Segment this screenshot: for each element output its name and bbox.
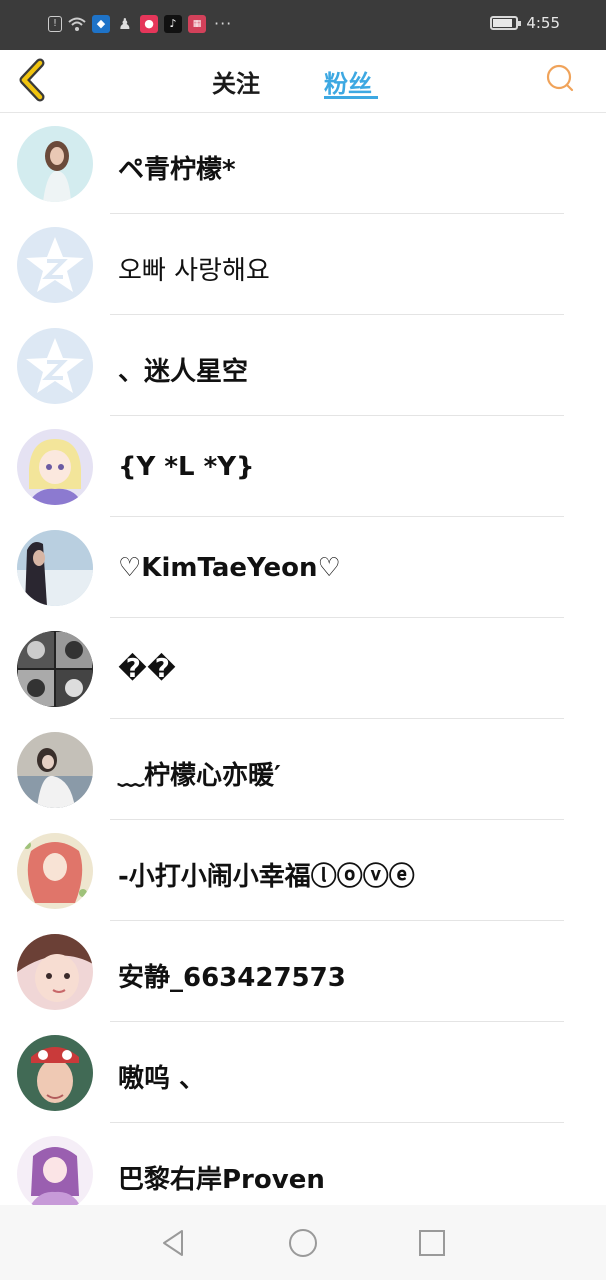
fan-name: ペ青柠檬* bbox=[118, 155, 236, 185]
fan-row[interactable]: 安静_663427573 bbox=[0, 921, 606, 1022]
avatar[interactable] bbox=[17, 227, 93, 303]
camera-app-icon: ● bbox=[140, 14, 158, 33]
avatar[interactable] bbox=[17, 530, 93, 606]
fan-row[interactable]: �� bbox=[0, 618, 606, 719]
status-bar: ! ◆ ♟ ● ♪ ▦ ··· 4:55 bbox=[0, 0, 606, 50]
fan-row[interactable]: 嗷呜 、 bbox=[0, 1022, 606, 1123]
nav-back-icon bbox=[163, 1230, 183, 1256]
clock: 4:55 bbox=[526, 14, 560, 32]
avatar[interactable] bbox=[17, 429, 93, 505]
more-notifications-icon: ··· bbox=[214, 14, 233, 33]
fan-name: -小打小闹小幸福ⓛⓞⓥⓔ bbox=[118, 862, 415, 892]
fan-name: 安静_663427573 bbox=[118, 963, 346, 993]
fan-name: 오빠 사랑해요 bbox=[118, 256, 270, 286]
alert-icon: ! bbox=[48, 15, 62, 32]
tab-fans[interactable]: 粉丝 bbox=[324, 64, 372, 99]
fan-row[interactable]: ペ青柠檬* bbox=[0, 113, 606, 214]
fan-name: 巴黎右岸Proven bbox=[118, 1165, 325, 1195]
back-chevron-icon bbox=[19, 58, 45, 102]
system-nav-bar bbox=[0, 1205, 606, 1280]
fan-name: �� bbox=[118, 654, 176, 684]
active-tab-indicator bbox=[324, 96, 378, 99]
fan-row[interactable]: ♡KimTaeYeon♡ bbox=[0, 517, 606, 618]
fan-row[interactable]: -小打小闹小幸福ⓛⓞⓥⓔ bbox=[0, 820, 606, 921]
app-header: 关注 粉丝 bbox=[0, 50, 606, 113]
fan-row[interactable]: ﹏柠檬心亦暖′ bbox=[0, 719, 606, 820]
back-button[interactable] bbox=[14, 58, 54, 102]
nav-recent-button[interactable] bbox=[416, 1227, 448, 1259]
search-button[interactable] bbox=[544, 62, 576, 94]
avatar[interactable] bbox=[17, 732, 93, 808]
status-right: 4:55 bbox=[490, 14, 560, 32]
avatar[interactable] bbox=[17, 1035, 93, 1111]
avatar[interactable] bbox=[17, 833, 93, 909]
fan-row[interactable]: 오빠 사랑해요 bbox=[0, 214, 606, 315]
tiktok-icon: ♪ bbox=[164, 14, 182, 33]
fan-name: ﹏柠檬心亦暖′ bbox=[118, 761, 281, 791]
search-icon bbox=[546, 64, 574, 92]
tab-follow[interactable]: 关注 bbox=[212, 64, 260, 99]
avatar[interactable] bbox=[17, 328, 93, 404]
avatar[interactable] bbox=[17, 126, 93, 202]
fan-row[interactable]: 、迷人星空 bbox=[0, 315, 606, 416]
fans-list: ペ青柠檬* 오빠 사랑해요 、迷人星空 {Y *L *Y} ♡KimTaeYeon♡ ��… bbox=[0, 113, 606, 1224]
nav-recent-icon bbox=[419, 1230, 445, 1256]
battery-icon bbox=[490, 16, 522, 30]
avatar[interactable] bbox=[17, 631, 93, 707]
nav-home-icon bbox=[289, 1229, 317, 1257]
nav-back-button[interactable] bbox=[158, 1227, 190, 1259]
fan-name: 、迷人星空 bbox=[118, 357, 249, 387]
shield-app-icon: ◆ bbox=[92, 14, 110, 33]
qq-icon: ♟ bbox=[118, 14, 132, 33]
status-icons: ! ◆ ♟ ● ♪ ▦ ··· bbox=[48, 14, 232, 33]
fan-name: ♡KimTaeYeon♡ bbox=[118, 553, 341, 583]
wifi-icon bbox=[68, 15, 86, 33]
fan-name: {Y *L *Y} bbox=[118, 452, 255, 482]
fan-row[interactable]: {Y *L *Y} bbox=[0, 416, 606, 517]
avatar[interactable] bbox=[17, 1136, 93, 1212]
avatar[interactable] bbox=[17, 934, 93, 1010]
video-app-icon: ▦ bbox=[188, 14, 206, 33]
fan-name: 嗷呜 、 bbox=[118, 1064, 206, 1094]
nav-home-button[interactable] bbox=[287, 1227, 319, 1259]
